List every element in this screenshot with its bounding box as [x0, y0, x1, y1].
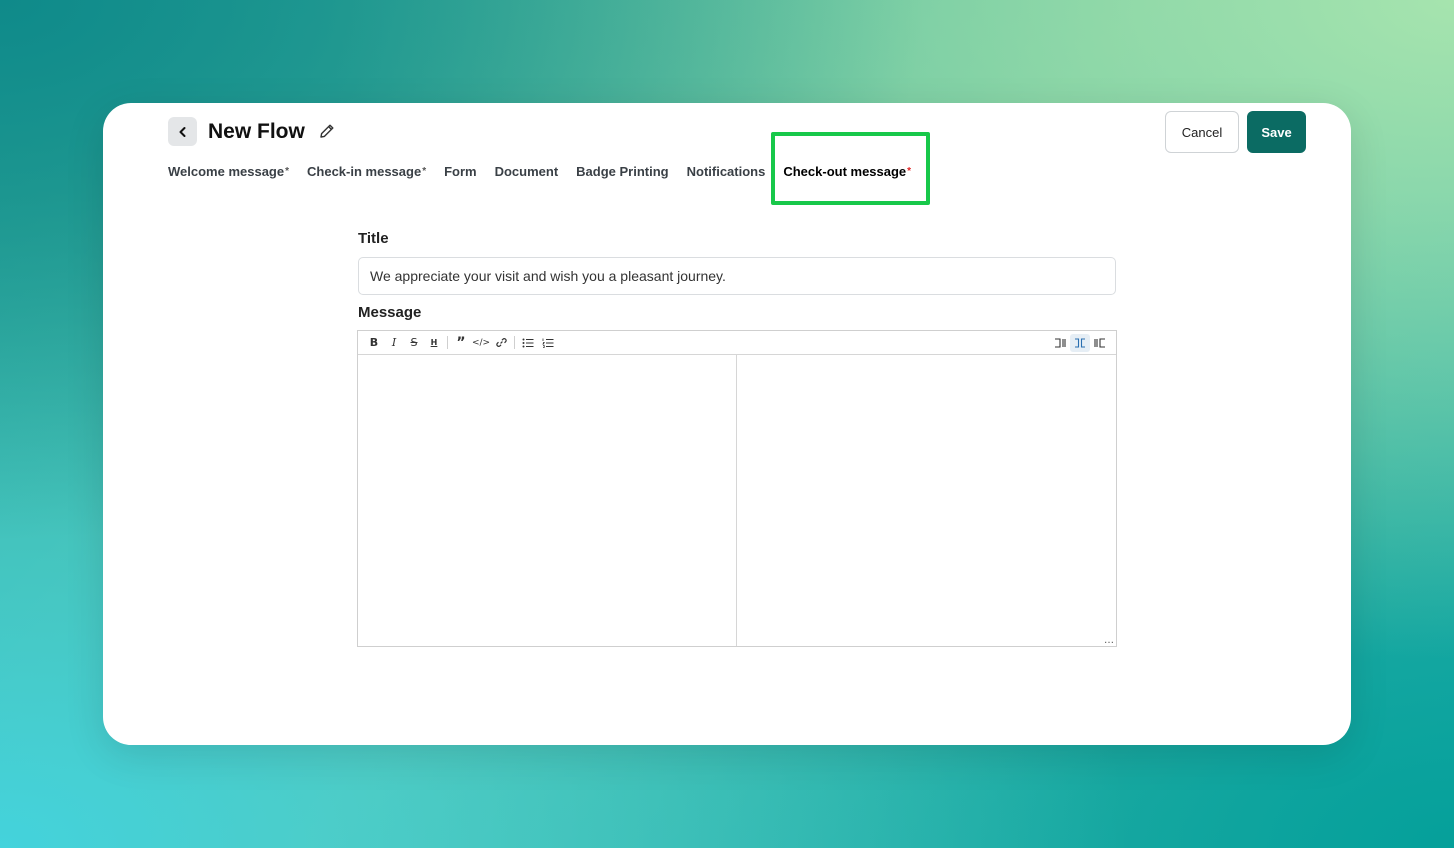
- bold-icon[interactable]: B: [364, 334, 384, 352]
- edit-mode-glyph: [1055, 338, 1066, 348]
- tab-label: Welcome message: [168, 164, 285, 179]
- tab-label: Form: [444, 164, 477, 179]
- highlight-box: [771, 132, 930, 205]
- tab-label: Document: [494, 164, 559, 179]
- code-icon[interactable]: </>: [471, 334, 491, 352]
- resize-handle-icon[interactable]: …: [1104, 635, 1114, 646]
- tab-label: Badge Printing: [576, 164, 669, 179]
- preview-mode-icon[interactable]: [1090, 334, 1110, 352]
- quote-icon[interactable]: ”: [451, 334, 471, 352]
- bullet-list-glyph: [522, 338, 534, 347]
- link-icon[interactable]: [491, 334, 511, 352]
- editor-toolbar: B I S H ” </>: [358, 331, 1116, 355]
- edit-mode-icon[interactable]: [1050, 334, 1070, 352]
- required-marker: *: [285, 166, 290, 177]
- flow-editor-card: New Flow Cancel Save Welcome message* Ch…: [103, 103, 1351, 745]
- toolbar-divider: [514, 336, 515, 349]
- tab-form[interactable]: Form: [444, 164, 477, 180]
- chevron-left-icon: [179, 126, 185, 137]
- tab-notifications[interactable]: Notifications: [687, 164, 766, 180]
- preview-mode-glyph: [1094, 338, 1105, 348]
- save-button[interactable]: Save: [1247, 111, 1306, 153]
- preview-pane: [738, 355, 1116, 646]
- link-glyph: [495, 338, 507, 347]
- numbered-list-icon[interactable]: [538, 334, 558, 352]
- tab-badge-printing[interactable]: Badge Printing: [576, 164, 668, 180]
- message-label: Message: [358, 304, 422, 321]
- live-mode-icon[interactable]: [1070, 334, 1090, 352]
- heading-icon[interactable]: H: [424, 334, 444, 352]
- markdown-input-pane[interactable]: [358, 355, 737, 646]
- italic-icon[interactable]: I: [384, 334, 404, 352]
- tab-label: Notifications: [686, 164, 766, 179]
- message-editor: B I S H ” </> …: [357, 330, 1117, 647]
- tab-welcome-message[interactable]: Welcome message*: [168, 164, 289, 180]
- tab-label: Check-in message: [307, 164, 422, 179]
- cancel-button[interactable]: Cancel: [1165, 111, 1239, 153]
- view-mode-group: [1050, 334, 1110, 352]
- back-button[interactable]: [168, 117, 197, 146]
- live-mode-glyph: [1075, 338, 1085, 348]
- numbered-list-glyph: [542, 338, 554, 348]
- pencil-icon[interactable]: [318, 122, 336, 140]
- page-title: New Flow: [208, 120, 305, 143]
- title-input[interactable]: [358, 257, 1116, 295]
- toolbar-divider: [447, 336, 448, 349]
- title-label: Title: [358, 230, 389, 247]
- bullet-list-icon[interactable]: [518, 334, 538, 352]
- tab-document[interactable]: Document: [495, 164, 559, 180]
- tab-check-in-message[interactable]: Check-in message*: [307, 164, 426, 180]
- required-marker: *: [422, 166, 427, 177]
- strikethrough-icon[interactable]: S: [404, 334, 424, 352]
